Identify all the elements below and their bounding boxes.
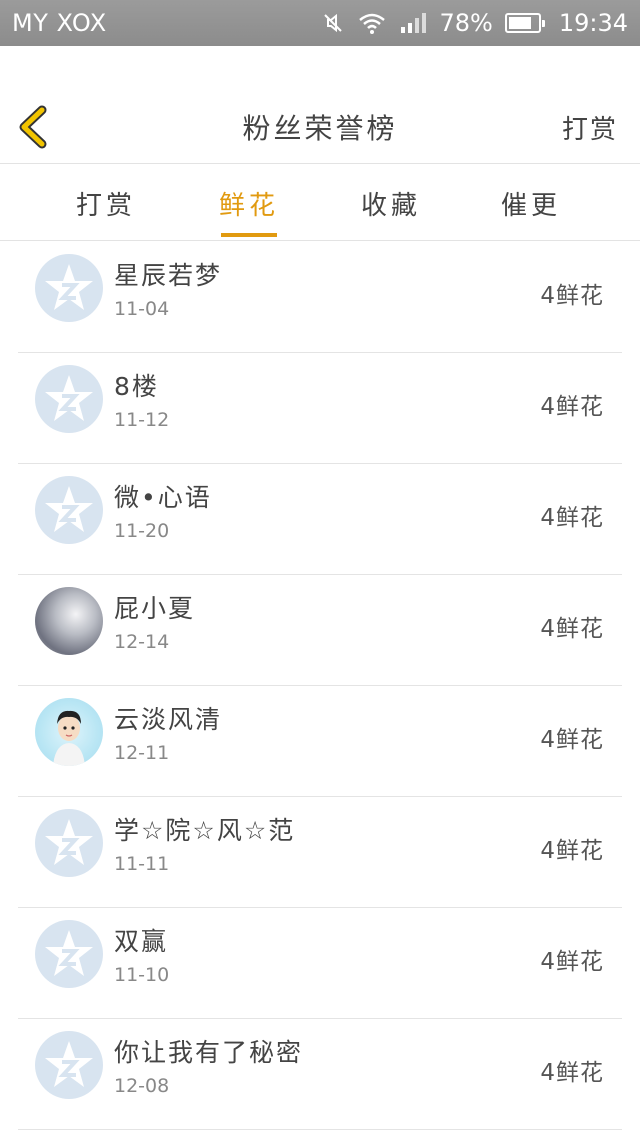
- tab-urge-update[interactable]: 催更: [471, 165, 591, 241]
- battery-icon: [504, 13, 545, 33]
- list-item[interactable]: 你让我有了秘密 12-08 4鲜花: [18, 1019, 622, 1130]
- date-label: 11-20: [114, 520, 170, 542]
- clock-time: 19:34: [558, 9, 628, 37]
- date-label: 11-11: [114, 853, 170, 875]
- list-item[interactable]: 星辰若梦 11-04 4鲜花: [18, 242, 622, 353]
- flower-count: 4鲜花: [540, 1060, 604, 1086]
- user-name: 双赢: [114, 927, 169, 956]
- user-name: 8楼: [114, 372, 159, 401]
- flower-count: 4鲜花: [540, 727, 604, 753]
- tab-label: 催更: [500, 190, 561, 221]
- default-avatar: [35, 920, 103, 988]
- flower-count: 4鲜花: [540, 505, 604, 531]
- default-avatar: [35, 365, 103, 433]
- mute-icon: [321, 11, 345, 35]
- fan-list: 星辰若梦 11-04 4鲜花 8楼 11-12 4鲜花 微•心语 11-20 4…: [0, 242, 640, 1130]
- user-name: 你让我有了秘密: [114, 1038, 304, 1067]
- default-avatar: [35, 809, 103, 877]
- cartoon-avatar: [35, 698, 103, 766]
- date-label: 12-14: [114, 631, 170, 653]
- date-label: 12-08: [114, 1075, 170, 1097]
- page-title: 粉丝荣誉榜: [242, 112, 398, 145]
- signal-icon: [399, 11, 427, 35]
- status-icons: 78% 19:34: [321, 9, 628, 37]
- tab-label: 鲜花: [218, 190, 279, 221]
- wifi-icon: [357, 11, 387, 35]
- photo-avatar: [35, 587, 103, 655]
- tab-flowers[interactable]: 鲜花: [189, 165, 309, 241]
- flower-count: 4鲜花: [540, 838, 604, 864]
- tab-reward[interactable]: 打赏: [46, 165, 166, 241]
- date-label: 11-12: [114, 409, 170, 431]
- user-name: 屁小夏: [114, 594, 196, 623]
- active-tab-indicator: [221, 233, 277, 237]
- user-name: 云淡风清: [114, 705, 223, 734]
- flower-count: 4鲜花: [540, 949, 604, 975]
- status-bar: MY XOX 78% 19:34: [0, 0, 640, 46]
- flower-count: 4鲜花: [540, 394, 604, 420]
- tab-label: 收藏: [360, 190, 421, 221]
- date-label: 11-04: [114, 298, 170, 320]
- flower-count: 4鲜花: [540, 283, 604, 309]
- title-bar: 粉丝荣誉榜 打赏: [0, 90, 640, 164]
- carrier-name: MY XOX: [12, 9, 107, 37]
- user-name: 学☆院☆风☆范: [114, 816, 296, 845]
- list-item[interactable]: 8楼 11-12 4鲜花: [18, 353, 622, 464]
- date-label: 12-11: [114, 742, 170, 764]
- list-item[interactable]: 微•心语 11-20 4鲜花: [18, 464, 622, 575]
- battery-percent: 78%: [439, 9, 493, 37]
- default-avatar: [35, 254, 103, 322]
- tab-favorites[interactable]: 收藏: [331, 165, 451, 241]
- default-avatar: [35, 476, 103, 544]
- reward-button[interactable]: 打赏: [562, 90, 618, 164]
- tab-label: 打赏: [75, 190, 136, 221]
- user-name: 微•心语: [114, 483, 212, 512]
- list-item[interactable]: 双赢 11-10 4鲜花: [18, 908, 622, 1019]
- user-name: 星辰若梦: [114, 261, 223, 290]
- list-item[interactable]: 学☆院☆风☆范 11-11 4鲜花: [18, 797, 622, 908]
- list-item[interactable]: 云淡风清 12-11 4鲜花: [18, 686, 622, 797]
- default-avatar: [35, 1031, 103, 1099]
- list-item[interactable]: 屁小夏 12-14 4鲜花: [18, 575, 622, 686]
- tab-bar: 打赏 鲜花 收藏 催更: [0, 165, 640, 241]
- date-label: 11-10: [114, 964, 170, 986]
- flower-count: 4鲜花: [540, 616, 604, 642]
